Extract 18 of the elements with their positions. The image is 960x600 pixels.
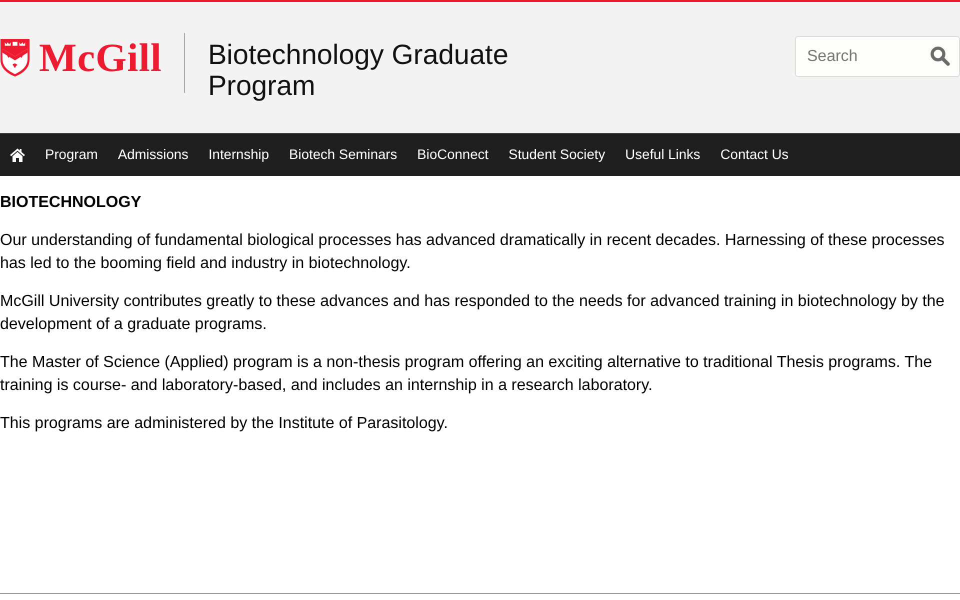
body-paragraph: McGill University contributes greatly to these advances and has responded to the needs for advanced training in biotechnology by the development of a graduate programs. (0, 292, 946, 335)
body-paragraph: The Master of Science (Applied) program is a non-thesis program offering an exciting alternative to traditional Thesis programs. The training is course- and laboratory-based, and includes an internship in a research laboratory. (0, 353, 934, 396)
section-heading: BIOTECHNOLOGY (0, 193, 142, 213)
body-paragraph: Our understanding of fundamental biological processes has advanced dramatically in recent decades. Harnessing of these processes has led to the booming field and industry in biotechnology. (0, 231, 946, 274)
nav-link[interactable]: Student Society (498, 134, 616, 176)
nav-link[interactable]: Internship (198, 134, 280, 176)
nav-link[interactable]: Useful Links (615, 134, 710, 176)
nav-link[interactable]: Contact Us (710, 134, 799, 176)
home-icon[interactable] (10, 148, 25, 162)
search-icon[interactable] (930, 46, 950, 66)
nav-link[interactable]: BioConnect (407, 134, 499, 176)
nav-link[interactable]: Admissions (108, 134, 198, 176)
logo-wordmark: McGill (39, 38, 162, 77)
site-title: Biotechnology Graduate Program (208, 39, 510, 101)
nav-link[interactable]: Program (35, 134, 108, 176)
search-field[interactable]: Search (795, 36, 960, 77)
nav-link[interactable]: Biotech Seminars (279, 134, 408, 176)
body-paragraph: This programs are administered by the Institute of Parasitology. (0, 414, 449, 434)
